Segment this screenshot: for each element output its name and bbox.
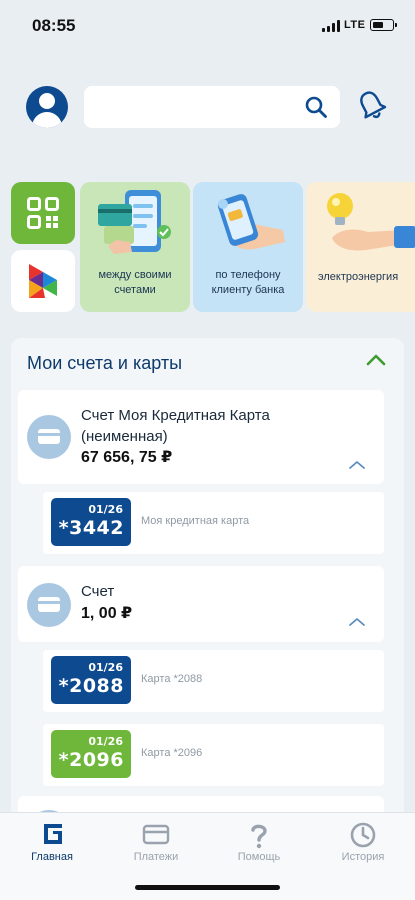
card-icon (142, 824, 170, 845)
promo-transfer-own-accounts[interactable]: между своими счетами (80, 182, 190, 312)
promo-label: по телефону клиенту банка (211, 269, 285, 296)
account-basic[interactable]: Счет 1, 00 ₽ (18, 566, 384, 642)
card-expiry: 01/26 (88, 735, 123, 748)
promo-label: электроэнергия (318, 271, 399, 283)
home-indicator (135, 885, 280, 890)
account-balance: 67 656, 75 ₽ (81, 449, 173, 466)
card-label: Карта *2088 (141, 673, 203, 685)
qr-icon (27, 197, 59, 229)
bell-icon[interactable] (356, 88, 388, 124)
collapse-chevron-icon[interactable] (366, 354, 386, 366)
network-type: LTE (344, 19, 366, 31)
search-icon[interactable] (304, 95, 328, 119)
account-card-icon (27, 583, 71, 627)
home-icon (44, 824, 62, 844)
nav-help[interactable]: Помощь (214, 813, 304, 883)
card-badge: 01/26 *3442 (51, 498, 131, 546)
card-row[interactable]: 01/26 *2096 Карта *2096 (43, 724, 384, 786)
nav-home[interactable]: Главная (7, 813, 97, 883)
partner-app-tile[interactable] (11, 250, 75, 312)
nav-label: Помощь (237, 851, 281, 863)
nav-label: Платежи (133, 851, 179, 863)
accounts-title: Мои счета и карты (27, 353, 183, 373)
card-expiry: 01/26 (88, 503, 123, 516)
account-balance: 1, 00 ₽ (81, 605, 133, 622)
chevron-up-icon[interactable] (348, 460, 366, 470)
app-logo-icon (29, 264, 57, 298)
phone-transfer-illustration (98, 190, 171, 254)
search-input[interactable] (96, 96, 296, 118)
search-bar[interactable] (84, 86, 340, 128)
clock-icon (350, 822, 376, 848)
battery-icon (370, 19, 397, 31)
card-row[interactable]: 01/26 *3442 Моя кредитная карта (43, 492, 384, 554)
chevron-up-icon[interactable] (348, 617, 366, 627)
question-icon (251, 824, 267, 849)
account-name: Счет (81, 583, 115, 600)
promo-label: между своими счетами (98, 269, 172, 296)
card-badge: 01/26 *2088 (51, 656, 131, 704)
nav-history[interactable]: История (318, 813, 408, 883)
account-card-icon (27, 415, 71, 459)
promo-transfer-by-phone[interactable]: по телефону клиенту банка (193, 182, 303, 312)
card-label: Моя кредитная карта (141, 515, 250, 527)
card-number: *2088 (58, 675, 124, 697)
card-expiry: 01/26 (88, 661, 123, 674)
status-time: 08:55 (32, 16, 76, 35)
account-name: Счет Моя Кредитная Карта (81, 407, 270, 424)
card-number: *2096 (58, 749, 124, 771)
qr-pay-tile[interactable] (11, 182, 75, 244)
avatar-icon[interactable] (26, 86, 68, 128)
card-number: *3442 (58, 517, 124, 539)
card-row[interactable]: 01/26 *2088 Карта *2088 (43, 650, 384, 712)
account-name-note: (неименная) (81, 428, 168, 445)
phone-in-hand-illustration (217, 194, 285, 250)
signal-icon (322, 20, 340, 32)
lightbulb-in-hand-illustration (327, 193, 415, 251)
status-bar: 08:55 LTE (0, 0, 415, 50)
card-label: Карта *2096 (141, 747, 203, 759)
account-credit-card[interactable]: Счет Моя Кредитная Карта (неименная) 67 … (18, 390, 384, 484)
nav-label: История (341, 851, 385, 863)
promo-electricity[interactable]: электроэнергия (306, 182, 415, 312)
accounts-panel: Мои счета и карты Счет Моя Кредитная Кар… (11, 338, 404, 818)
nav-payments[interactable]: Платежи (111, 813, 201, 883)
card-badge: 01/26 *2096 (51, 730, 131, 778)
nav-label: Главная (31, 851, 73, 863)
